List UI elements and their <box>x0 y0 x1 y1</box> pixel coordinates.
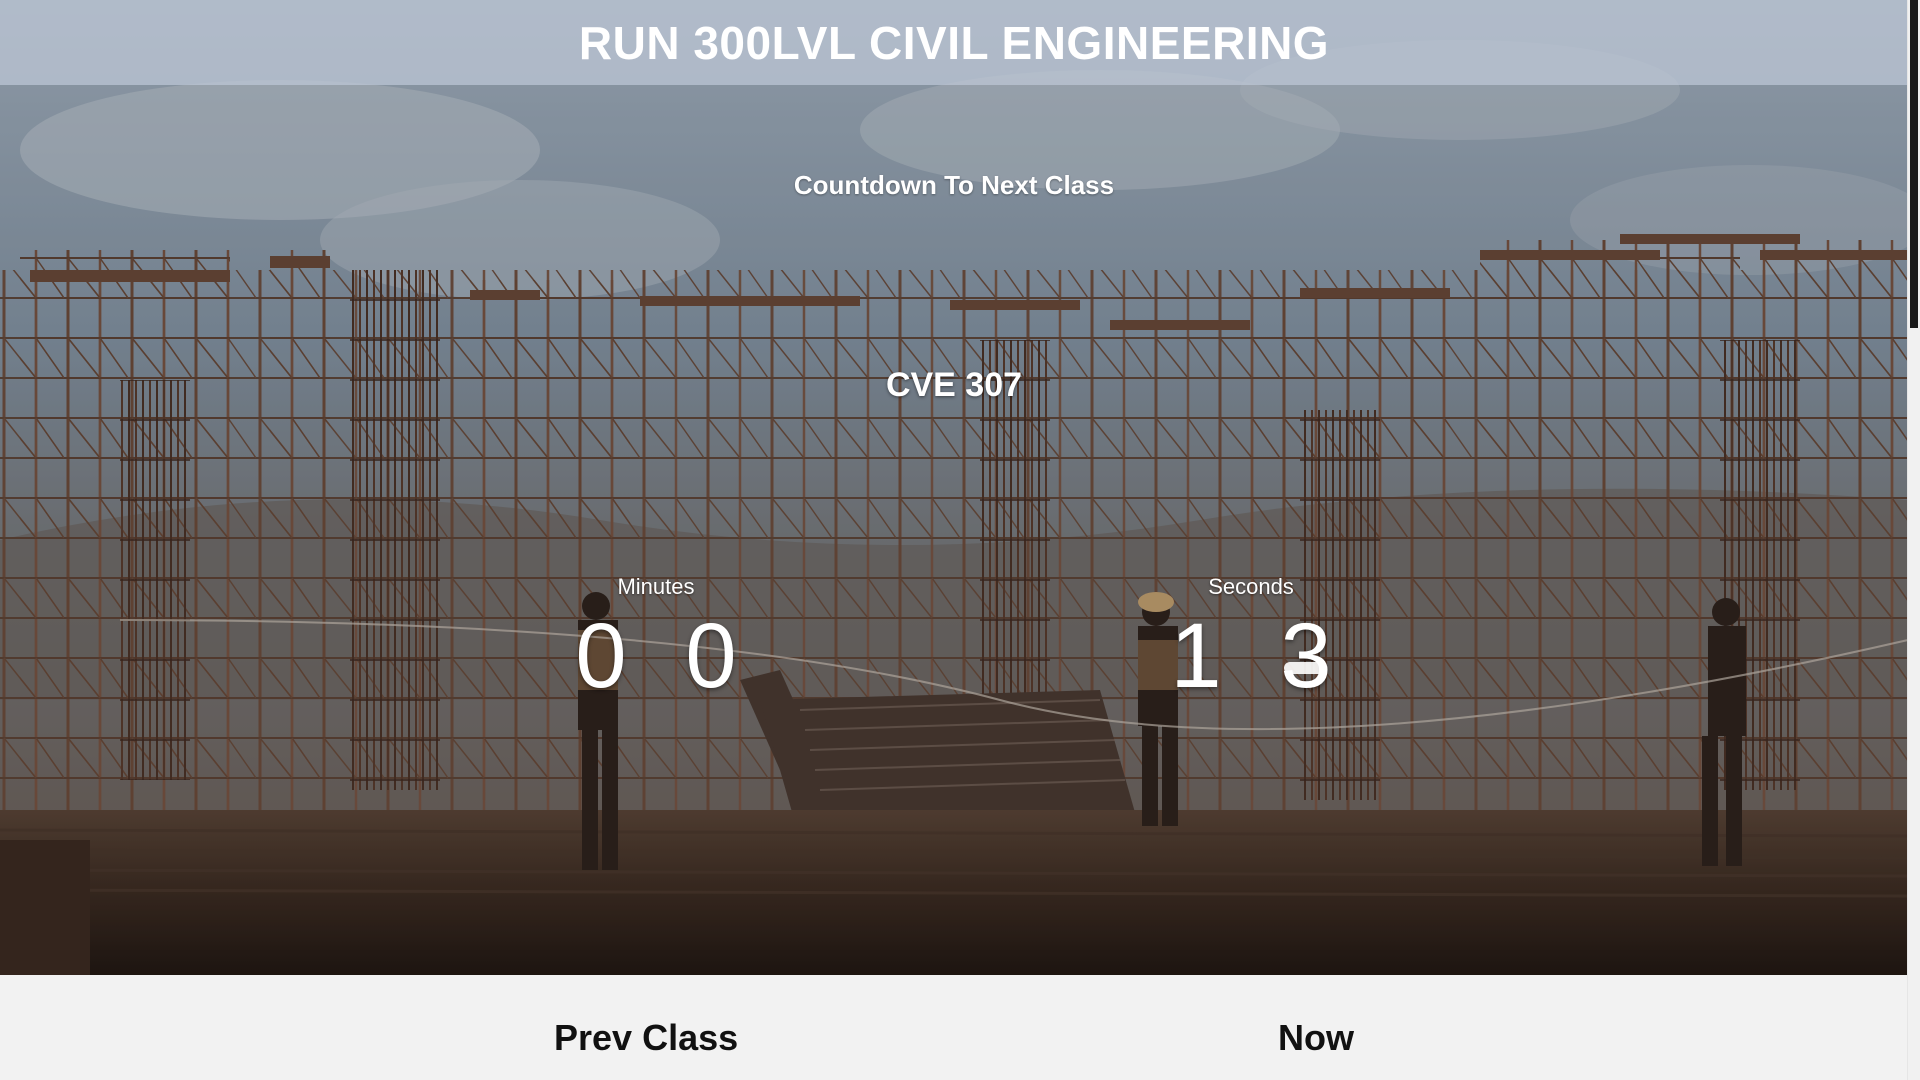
schedule-section: Prev Class Now <box>0 975 1908 1080</box>
prev-class-heading: Prev Class <box>554 1017 739 1058</box>
minutes-digit-tens: 0 <box>575 605 627 707</box>
seconds-digits: 1 3 <box>1131 606 1371 706</box>
seconds-digit-tens: 1 <box>1170 605 1222 707</box>
next-course-code: CVE 307 <box>885 366 1023 404</box>
page: RUN 300LVL CIVIL ENGINEERING Countdown T… <box>0 0 1920 1080</box>
page-scrollbar[interactable] <box>1907 0 1920 1080</box>
header-bar: RUN 300LVL CIVIL ENGINEERING <box>0 0 1908 85</box>
hero-dark-overlay <box>0 0 1908 975</box>
seconds-label: Seconds <box>1208 574 1294 599</box>
seconds-digit-ones: 3 <box>1280 606 1332 706</box>
now-class-heading: Now <box>1278 1017 1354 1058</box>
minutes-timer: Minutes 0 0 <box>536 572 776 706</box>
scrollbar-thumb[interactable] <box>1910 0 1918 328</box>
minutes-digit-ones: 0 <box>685 605 737 707</box>
minutes-digits: 0 0 <box>536 606 776 706</box>
minutes-label: Minutes <box>617 574 695 599</box>
seconds-digit-ones-value: 3 <box>1280 605 1332 707</box>
hero-section <box>0 0 1908 975</box>
digit-flip-animation-mark <box>1284 662 1324 674</box>
seconds-timer: Seconds 1 3 <box>1131 572 1371 706</box>
site-title: RUN 300LVL CIVIL ENGINEERING <box>578 16 1330 69</box>
countdown-heading: Countdown To Next Class <box>793 170 1115 200</box>
